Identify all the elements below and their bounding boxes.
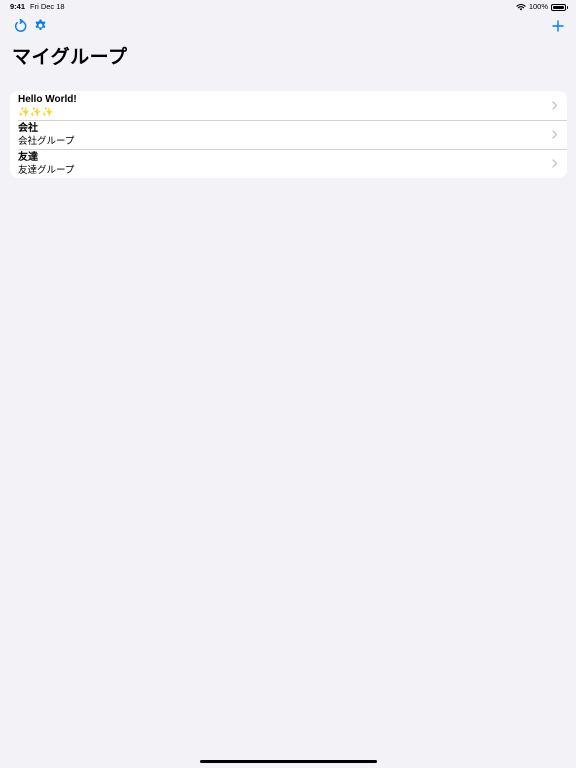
page-title: マイグループ [12, 47, 128, 68]
group-list: Hello World! ✨✨✨ 会社 会社グループ 友達 友達グループ [10, 91, 567, 178]
list-item-company[interactable]: 会社 会社グループ [10, 120, 567, 149]
gear-icon [34, 19, 47, 37]
status-date: Fri Dec 18 [30, 2, 65, 11]
settings-button[interactable] [30, 18, 50, 38]
status-indicators: 100% [516, 0, 568, 14]
chevron-right-icon [552, 101, 558, 110]
list-item-title: Hello World! [18, 94, 77, 105]
list-item-subtitle: 友達グループ [18, 165, 75, 176]
chevron-right-icon [552, 130, 558, 139]
refresh-icon [14, 18, 27, 38]
status-bar: 9:41 Fri Dec 18 100% [0, 0, 576, 14]
status-time: 9:41 [10, 2, 26, 11]
battery-icon [551, 3, 568, 11]
home-indicator [200, 760, 377, 763]
wifi-icon [516, 3, 526, 11]
list-item-title: 会社 [18, 123, 38, 134]
list-item-subtitle: ✨✨✨ [18, 107, 54, 118]
battery-percentage: 100% [528, 2, 548, 11]
list-item-title: 友達 [18, 152, 38, 163]
list-item-subtitle: 会社グループ [18, 136, 75, 147]
navigation-bar [0, 18, 576, 40]
chevron-right-icon [552, 159, 558, 168]
add-button[interactable] [548, 18, 568, 38]
list-item-friends[interactable]: 友達 友達グループ [10, 149, 567, 178]
refresh-button[interactable] [10, 18, 30, 38]
list-item-hello-world[interactable]: Hello World! ✨✨✨ [10, 91, 567, 120]
plus-icon [552, 19, 564, 37]
